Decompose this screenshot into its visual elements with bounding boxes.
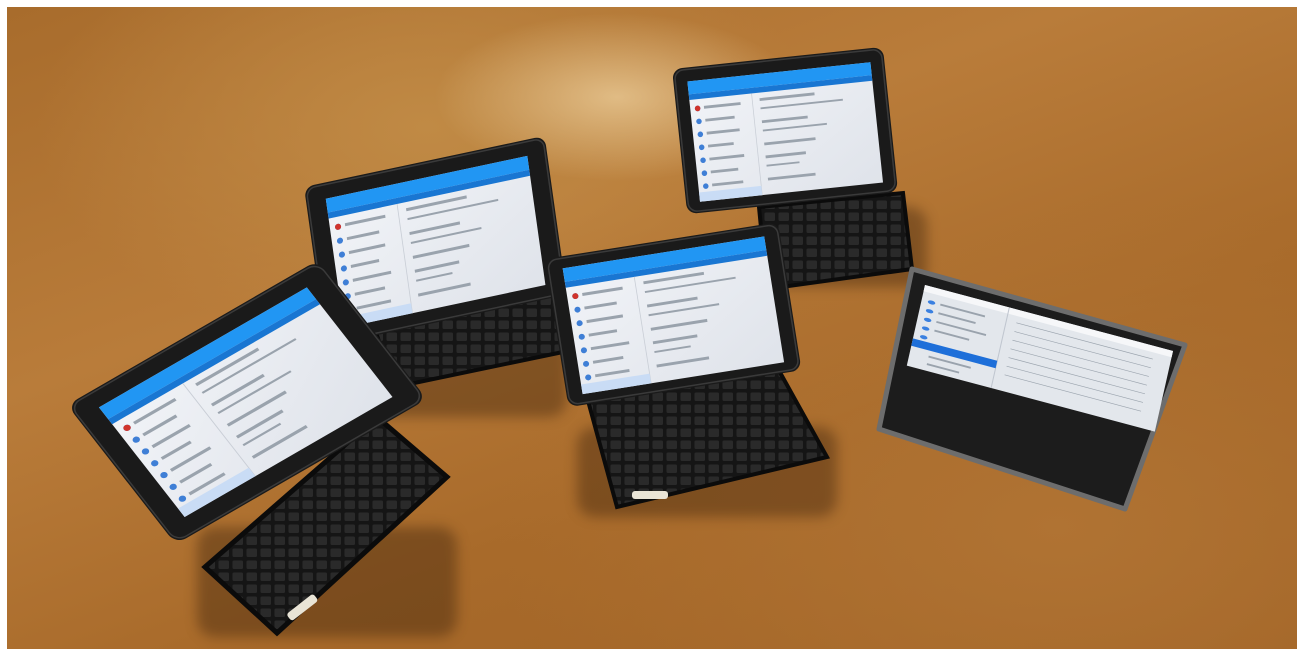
devices-layer <box>72 47 1188 637</box>
tablet-4 <box>546 223 831 510</box>
tablet-5 <box>876 266 1188 512</box>
floor-photo <box>7 7 1297 649</box>
usb-plug <box>632 491 668 499</box>
